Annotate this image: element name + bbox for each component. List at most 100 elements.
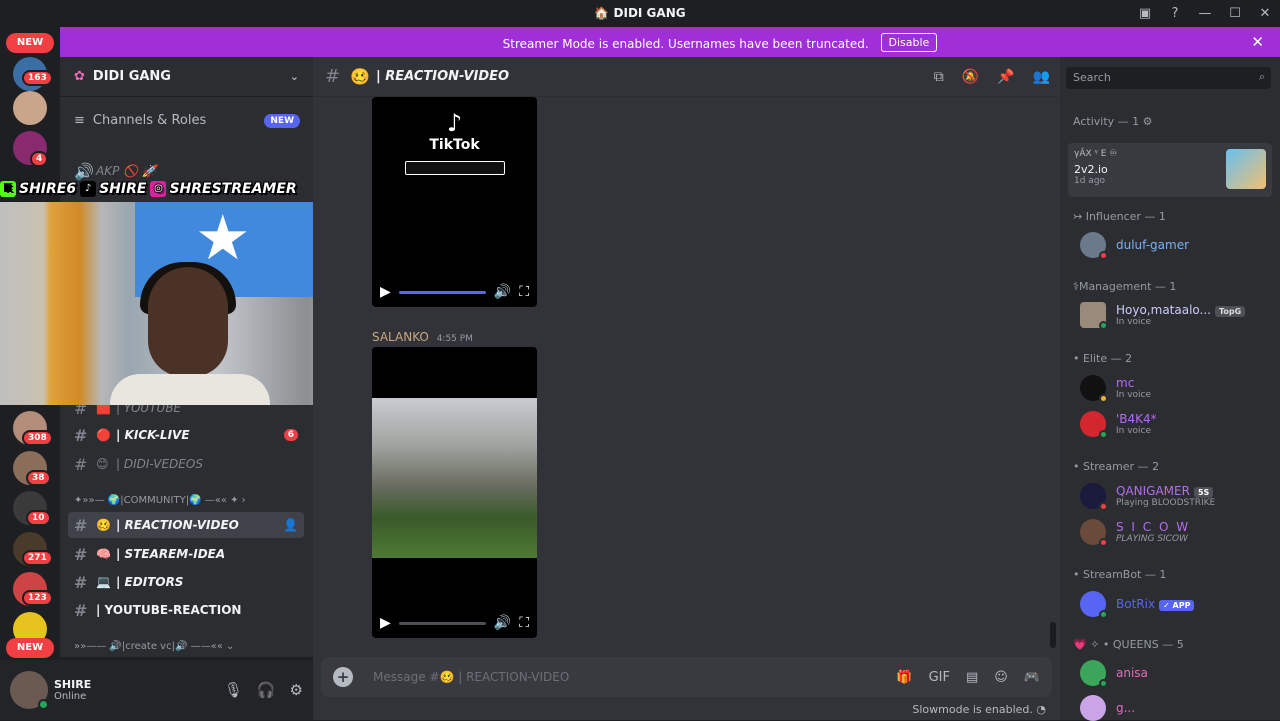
mention-badge: 10 — [26, 510, 51, 526]
tiktok-watermark: ♪ TikTok — [372, 109, 537, 175]
message-author[interactable]: SALANKO — [372, 330, 429, 344]
mention-badge: 38 — [26, 470, 51, 486]
new-unreads-pill[interactable]: NEW — [6, 33, 54, 53]
video-attachment[interactable]: ♪ TikTok ▶ 🔊 ⛶ — [372, 97, 537, 307]
avatar[interactable] — [10, 671, 49, 710]
channel-header: # 🥴 | REACTION-VIDEO ⧉ 🔕 📌 👥 — [313, 57, 1060, 97]
role-tag: TopG — [1215, 306, 1246, 317]
new-unreads-pill[interactable]: NEW — [6, 638, 54, 658]
gear-icon[interactable]: ⚙ — [1143, 115, 1153, 128]
channel-youtube-reaction[interactable]: # | YOUTUBE-REACTION — [68, 597, 304, 623]
hash-icon: # — [74, 515, 88, 535]
member-item[interactable]: 'B4K4* In voice — [1080, 411, 1157, 439]
channel-label: | STEAREM-IDEA — [116, 547, 226, 561]
tiktok-icon: ♪ — [80, 181, 97, 197]
close-window-button[interactable]: ✕ — [1250, 6, 1280, 21]
add-attachment-icon[interactable]: + — [333, 667, 353, 687]
member-item[interactable]: BotRix ✓ APP — [1080, 591, 1195, 619]
member-group-heading: • Elite — 2 — [1073, 352, 1133, 365]
search-input[interactable]: Search ⌕ — [1066, 67, 1271, 89]
avatar — [1080, 695, 1106, 721]
channel-emoji: 💻 — [96, 575, 111, 589]
activity-card[interactable]: γÂX ᵞ E ♾ 2v2.io 1d ago — [1068, 143, 1272, 197]
channel-emoji: 😊 — [96, 457, 109, 471]
member-name: duluf-gamer — [1116, 238, 1190, 252]
video-attachment[interactable]: ▶ 🔊 ⛶ — [372, 347, 537, 638]
play-icon[interactable]: ▶ — [380, 615, 391, 631]
gift-icon[interactable]: 🎁 — [896, 670, 912, 685]
member-group-heading: • StreamBot — 1 — [1073, 568, 1167, 581]
channel-didi-vedeos[interactable]: # 😊 | DIDI-VEDEOS — [68, 451, 304, 477]
status-dot — [1099, 679, 1108, 688]
channel-kick-live[interactable]: # 🔴 | KICK-LIVE 6 — [68, 422, 304, 448]
category-community[interactable]: ✦»»— 🌍|COMMUNITY|🌍 —«« ✦ › — [74, 495, 246, 506]
unread-count-badge: 6 — [283, 429, 298, 441]
channel-reaction-video[interactable]: # 🥴 | REACTION-VIDEO 👤 — [68, 512, 304, 538]
apps-icon[interactable]: 🎮 — [1024, 670, 1040, 685]
maximize-button[interactable]: ☐ — [1220, 6, 1250, 21]
guild-icon: ✿ — [74, 69, 85, 84]
channel-emoji: 🔴 — [96, 428, 111, 442]
category-create-vc[interactable]: »»—— 🔊|create vc|🔊 ——«« ⌄ — [74, 641, 234, 652]
online-status-dot — [38, 699, 49, 710]
fullscreen-icon[interactable]: ⛶ — [519, 284, 529, 300]
member-status: In voice — [1116, 317, 1152, 327]
progress-bar[interactable] — [398, 621, 486, 625]
emoji-icon[interactable]: ☺ — [994, 670, 1008, 685]
gif-icon[interactable]: GIF — [929, 670, 950, 685]
avatar — [1080, 660, 1108, 688]
status-dot — [1099, 321, 1108, 330]
headphones-icon[interactable]: 🎧 — [257, 681, 276, 699]
volume-icon[interactable]: 🔊 — [494, 284, 511, 300]
chat-area: # 🥴 | REACTION-VIDEO ⧉ 🔕 📌 👥 ♪ TikTok ▶ … — [313, 57, 1060, 720]
member-item[interactable]: anisa — [1080, 660, 1148, 688]
microphone-icon[interactable]: 🎙 — [224, 681, 243, 699]
banner-close-icon[interactable]: ✕ — [1251, 33, 1264, 51]
help-icon[interactable]: ? — [1160, 6, 1190, 21]
inbox-icon[interactable]: ▣ — [1130, 6, 1160, 21]
channels-and-roles[interactable]: ≡ Channels & Roles NEW — [74, 113, 300, 128]
member-item[interactable]: g... — [1080, 695, 1135, 721]
stream-overlay-tags: K SHIRE6 ♪ SHIRE ◎ SHRESTREAMER — [0, 179, 297, 199]
avatar — [1080, 519, 1108, 547]
gear-icon[interactable]: ⚙ — [290, 681, 303, 699]
tiktok-search-graphic — [404, 161, 505, 175]
guild-header[interactable]: ✿ DIDI GANG ⌄ — [60, 57, 313, 97]
minimize-button[interactable]: — — [1190, 6, 1220, 21]
member-group-heading: • Streamer — 2 — [1073, 460, 1160, 473]
message-input[interactable]: Message #🥴 | REACTION-VIDEO — [373, 670, 569, 684]
disable-streamer-mode-button[interactable]: Disable — [880, 33, 938, 52]
channel-label: | EDITORS — [116, 575, 184, 589]
guild-name: DIDI GANG — [92, 69, 171, 84]
streamer-mode-banner: Streamer Mode is enabled. Usernames have… — [60, 27, 1280, 57]
message-composer[interactable]: + Message #🥴 | REACTION-VIDEO 🎁 GIF ▤ ☺ … — [321, 657, 1052, 697]
tiktok-logo-icon: ♪ — [446, 109, 463, 137]
member-item[interactable]: QANIGAMER 5S Playing BLOODSTRIKE — [1080, 483, 1215, 511]
play-icon[interactable]: ▶ — [380, 284, 391, 300]
member-item[interactable]: Hoyo,mataalo... TopG In voice — [1080, 302, 1246, 330]
scrollbar[interactable] — [1050, 622, 1056, 648]
threads-icon[interactable]: ⧉ — [934, 69, 944, 85]
volume-icon[interactable]: 🔊 — [494, 615, 511, 631]
member-item[interactable]: mc In voice — [1080, 375, 1151, 403]
chevron-down-icon[interactable]: ⌄ — [290, 70, 299, 83]
hash-icon: # — [74, 572, 88, 592]
member-name: S I C O W — [1116, 520, 1191, 534]
member-item[interactable]: duluf-gamer — [1080, 232, 1190, 260]
channel-editors[interactable]: # 💻 | EDITORS — [68, 569, 304, 595]
server-icon[interactable] — [13, 91, 47, 125]
pin-icon[interactable]: 📌 — [997, 69, 1014, 85]
hash-icon: # — [74, 454, 88, 474]
sticker-icon[interactable]: ▤ — [966, 670, 978, 685]
message-author-line: SALANKO 4:55 PM — [372, 330, 473, 344]
channels-and-roles-label: Channels & Roles — [92, 113, 207, 128]
progress-bar[interactable] — [398, 290, 486, 294]
member-item[interactable]: S I C O W PLAYING SICOW — [1080, 519, 1191, 547]
add-member-icon[interactable]: 👤 — [283, 518, 298, 532]
avatar — [1080, 483, 1108, 511]
mute-bell-icon[interactable]: 🔕 — [962, 69, 979, 85]
member-list-icon[interactable]: 👥 — [1033, 69, 1050, 85]
member-name: 'B4K4* — [1116, 412, 1157, 426]
channel-stearem-idea[interactable]: # 🧠 | STEAREM-IDEA — [68, 541, 304, 567]
fullscreen-icon[interactable]: ⛶ — [519, 615, 529, 631]
